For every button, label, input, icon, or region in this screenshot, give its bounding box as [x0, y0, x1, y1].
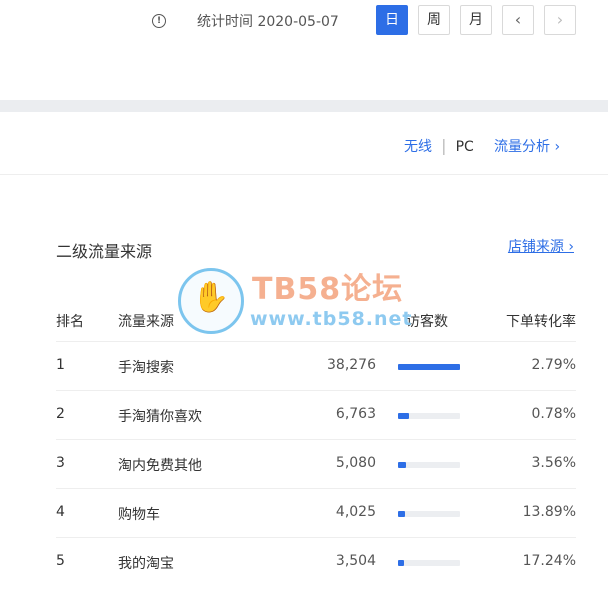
watermark: ✋ TB58论坛 www.tb58.net [178, 262, 438, 336]
visits-bar [398, 560, 460, 566]
visits-cell: 6,763 [335, 406, 376, 422]
visits-bar [398, 462, 460, 468]
pc-link[interactable]: PC [456, 139, 474, 155]
rank-cell: 5 [56, 553, 65, 569]
prev-date-button[interactable]: ‹ [502, 5, 534, 35]
visits-cell: 5,080 [335, 455, 376, 471]
source-name-cell: 购物车 [118, 507, 160, 523]
visits-bar-fill [398, 364, 460, 370]
hand-icon: ✋ [192, 280, 230, 315]
visits-cell: 38,276 [327, 357, 376, 373]
shop-source-link[interactable]: 店铺来源 › [508, 236, 574, 256]
stat-time-label: 统计时间 2020-05-07 [197, 14, 339, 30]
device-separator: | [441, 136, 447, 155]
period-day-button[interactable]: 日 [376, 5, 408, 35]
header-conversion: 下单转化率 [506, 314, 576, 330]
watermark-title: TB58论坛 [252, 272, 404, 307]
header-rank: 排名 [56, 314, 84, 330]
section-title: 二级流量来源 [56, 242, 153, 261]
visits-bar-fill [398, 413, 409, 419]
rank-cell: 3 [56, 455, 65, 471]
top-bar: ! 统计时间 2020-05-07 日 周 月 ‹ › [0, 0, 608, 52]
next-date-button[interactable]: › [544, 5, 576, 35]
blank-panel [0, 52, 608, 100]
visits-bar-fill [398, 511, 405, 517]
chevron-left-icon: ‹ [514, 10, 522, 29]
rank-cell: 4 [56, 504, 65, 520]
watermark-logo [178, 268, 244, 334]
visits-bar [398, 413, 460, 419]
visits-bar-fill [398, 462, 407, 468]
table-row[interactable]: 3 淘内免费其他 5,080 3.56% [56, 439, 576, 489]
header-source: 流量来源 [118, 314, 174, 330]
rank-cell: 1 [56, 357, 65, 373]
info-icon[interactable]: ! [152, 14, 166, 28]
visits-bar [398, 511, 460, 517]
table-row[interactable]: 1 手淘搜索 38,276 2.79% [56, 341, 576, 391]
table-row[interactable]: 2 手淘猜你喜欢 6,763 0.78% [56, 390, 576, 440]
period-month-button[interactable]: 月 [460, 5, 492, 35]
source-name-cell: 我的淘宝 [118, 556, 174, 572]
table-row[interactable]: 5 我的淘宝 3,504 17.24% [56, 537, 576, 587]
conversion-cell: 13.89% [522, 504, 576, 520]
wireless-link[interactable]: 无线 [404, 139, 432, 155]
visits-cell: 3,504 [335, 553, 376, 569]
watermark-url: www.tb58.net [250, 308, 413, 330]
table-row[interactable]: 4 购物车 4,025 13.89% [56, 488, 576, 538]
conversion-cell: 2.79% [531, 357, 576, 373]
visits-cell: 4,025 [335, 504, 376, 520]
header-visits: 访客数 [406, 314, 448, 330]
chevron-right-icon: › [556, 10, 564, 29]
conversion-cell: 17.24% [522, 553, 576, 569]
conversion-cell: 3.56% [531, 455, 576, 471]
conversion-cell: 0.78% [531, 406, 576, 422]
rank-cell: 2 [56, 406, 65, 422]
visits-bar-fill [398, 560, 404, 566]
section-divider [0, 100, 608, 112]
visits-bar [398, 364, 460, 370]
source-name-cell: 手淘搜索 [118, 360, 174, 376]
period-week-button[interactable]: 周 [418, 5, 450, 35]
device-switch: 无线 | PC [404, 136, 474, 156]
source-name-cell: 淘内免费其他 [118, 458, 202, 474]
source-name-cell: 手淘猜你喜欢 [118, 409, 202, 425]
traffic-analysis-link[interactable]: 流量分析 › [494, 136, 560, 156]
traffic-links-row: 无线 | PC 流量分析 › [0, 112, 608, 175]
